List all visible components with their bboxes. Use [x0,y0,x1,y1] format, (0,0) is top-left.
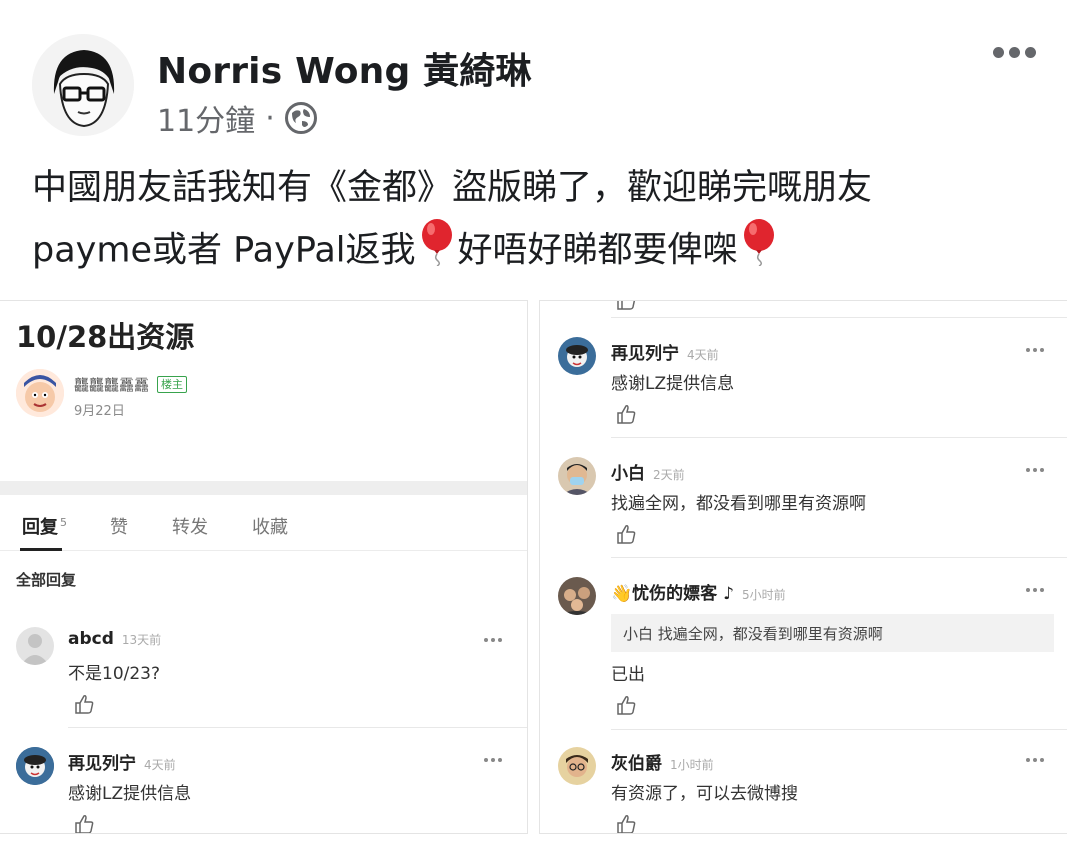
post-text-line-2: payme或者 PayPal返我 好唔好睇都要俾㗎 [32,218,1052,285]
post-text-line-1: 中國朋友話我知有《金都》盜版睇了，歡迎睇完嘅朋友 [32,168,873,208]
post-text-line-2b: 好唔好睇都要俾㗎 [457,230,738,271]
comment-body: 感谢LZ提供信息 [68,784,192,804]
comment-body: 不是10/23? [68,664,161,684]
comment-item: 灰伯爵 1小时前 有资源了，可以去微博搜 [540,739,1067,833]
comment-more-icon[interactable] [1026,348,1044,352]
comment-item: 👋忧伤的嫖客 ♪ 5小时前 小白 找遍全网，都没看到哪里有资源啊 已出 [540,569,1067,729]
commenter-avatar[interactable] [558,577,596,615]
comment-more-icon[interactable] [1026,588,1044,592]
commenter-avatar[interactable] [558,337,596,375]
tab-likes[interactable]: 赞 [110,513,128,539]
comment-divider [68,727,527,728]
comment-time: 5小时前 [741,588,786,602]
comment-body: 已出 [611,665,645,685]
quoted-reply: 小白 找遍全网，都没看到哪里有资源啊 [611,614,1054,652]
like-icon[interactable] [73,693,95,715]
commenter-name[interactable]: 再见列宁 4天前 [611,339,719,364]
comment-item: 再见列宁 4天前 感谢LZ提供信息 [0,739,527,833]
post-text-line-2a: payme或者 PayPal返我 [32,230,416,271]
comment-more-icon[interactable] [484,638,502,642]
comment-more-icon[interactable] [484,758,502,762]
tab-reposts[interactable]: 转发 [172,513,208,539]
comment-body: 有资源了，可以去微博搜 [611,784,798,804]
comment-item: 再见列宁 4天前 感谢LZ提供信息 [540,329,1067,439]
section-divider [0,481,527,495]
op-username[interactable]: 龘龘龘靐靐 [74,374,149,395]
commenter-name[interactable]: 再见列宁 4天前 [68,749,176,774]
red-balloon-emoji [742,218,776,285]
comment-item: 小白 2天前 找遍全网，都没看到哪里有资源啊 [540,449,1067,559]
comment-time: 1小时前 [670,758,714,772]
like-icon[interactable] [615,813,637,833]
like-icon[interactable] [615,694,637,716]
commenter-avatar[interactable] [558,457,596,495]
red-balloon-emoji [420,218,454,285]
comment-time: 4天前 [144,758,176,772]
comment-time: 2天前 [653,468,685,482]
commenter-name[interactable]: 👋忧伤的嫖客 ♪ 5小时前 [611,579,786,604]
forum-thread-screenshot-left: 10/28出资源 龘龘龘靐靐 楼主 9月22日 回复 5 赞 转发 收藏 全部回复… [0,300,528,834]
meta-separator: · [265,100,275,136]
more-options-icon[interactable] [993,47,1036,58]
author-avatar[interactable] [32,34,134,136]
comment-body: 感谢LZ提供信息 [611,374,735,394]
thread-tabs: 回复 5 赞 转发 收藏 [0,495,527,551]
comment-divider [611,729,1067,730]
op-date: 9月22日 [74,404,125,419]
tab-favorites[interactable]: 收藏 [252,513,288,539]
op-name-row: 龘龘龘靐靐 楼主 [74,374,188,395]
commenter-name[interactable]: 小白 2天前 [611,459,685,484]
commenter-avatar[interactable] [16,747,54,785]
op-avatar[interactable] [16,369,64,417]
comment-time: 4天前 [687,348,719,362]
comment-more-icon[interactable] [1026,758,1044,762]
commenter-avatar[interactable] [558,747,596,785]
commenter-avatar[interactable] [16,627,54,665]
comment-divider [611,557,1067,558]
comment-divider [611,437,1067,438]
post-timestamp[interactable]: 11分鐘 [157,96,255,140]
like-icon[interactable] [615,301,637,311]
like-icon[interactable] [615,523,637,545]
active-tab-indicator [20,548,62,551]
all-replies-heading: 全部回复 [16,571,77,589]
globe-icon [284,102,317,134]
like-icon[interactable] [73,813,95,833]
post-text: 中國朋友話我知有《金都》盜版睇了，歡迎睇完嘅朋友 payme或者 PayPal返… [32,158,1052,285]
comment-time: 13天前 [121,633,162,647]
thread-title: 10/28出资源 [16,320,195,354]
comment-more-icon[interactable] [1026,468,1044,472]
op-badge: 楼主 [157,376,188,393]
forum-thread-screenshot-right: 再见列宁 4天前 感谢LZ提供信息 小白 2天前 找遍全网，都没看到哪里有资源啊 👋… [539,300,1067,834]
post-meta: 11分鐘 · [157,97,317,139]
like-icon[interactable] [615,403,637,425]
comment-body: 找遍全网，都没看到哪里有资源啊 [611,494,866,514]
tab-replies[interactable]: 回复 5 [22,513,67,539]
comment-item: abcd 13天前 不是10/23? [0,619,527,729]
commenter-name[interactable]: abcd 13天前 [68,629,161,649]
comment-divider [611,317,1067,318]
author-name[interactable]: Norris Wong 黃綺琳 [157,42,532,94]
commenter-name[interactable]: 灰伯爵 1小时前 [611,749,714,774]
